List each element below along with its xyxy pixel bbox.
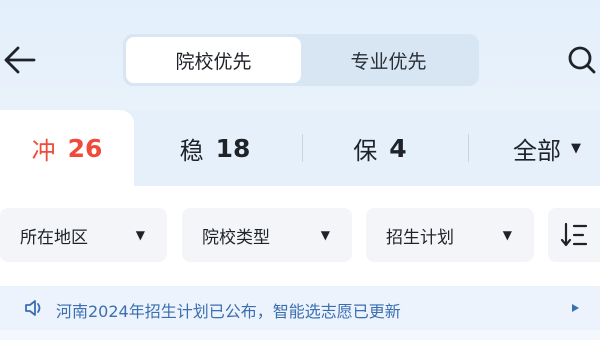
dropdown-triangle-icon: ▼ <box>502 228 512 242</box>
tab-rush-count: 26 <box>67 133 103 163</box>
filter-enrollment-plan[interactable]: 招生计划 ▼ <box>366 208 534 262</box>
category-tabs: 冲 26 稳 18 保 4 全部 ▼ <box>0 110 600 186</box>
filter-school-type-label: 院校类型 <box>202 227 270 248</box>
dropdown-triangle-icon: ▼ <box>135 228 145 242</box>
filter-enrollment-plan-label: 招生计划 <box>386 227 454 248</box>
segment-major-first[interactable]: 专业优先 <box>301 37 476 83</box>
filter-region[interactable]: 所在地区 ▼ <box>0 208 167 262</box>
notice-text: 河南2024年招生计划已公布，智能选志愿已更新 <box>56 302 401 321</box>
caret-down-icon: ▼ <box>571 140 581 156</box>
sort-button[interactable] <box>548 208 600 262</box>
notice-bar[interactable]: 河南2024年招生计划已公布，智能选志愿已更新 <box>0 286 600 330</box>
tab-divider <box>468 134 469 162</box>
tab-all-label: 全部 <box>513 136 561 165</box>
tab-rush-label: 冲 <box>31 136 56 165</box>
priority-segmented-control: 院校优先 专业优先 <box>123 34 479 86</box>
tab-stable-label: 稳 <box>179 136 204 165</box>
tab-all[interactable]: 全部 ▼ <box>495 110 600 186</box>
play-triangle-icon <box>572 304 579 312</box>
dropdown-triangle-icon: ▼ <box>320 228 330 242</box>
sort-icon <box>560 222 588 247</box>
segment-school-first[interactable]: 院校优先 <box>126 37 301 83</box>
filter-school-type[interactable]: 院校类型 ▼ <box>182 208 352 262</box>
tab-rush[interactable]: 冲 26 <box>0 110 134 186</box>
tab-divider <box>302 134 303 162</box>
filter-region-label: 所在地区 <box>20 227 88 248</box>
tab-safe-count: 4 <box>389 133 407 163</box>
search-icon[interactable] <box>566 44 598 76</box>
tab-safe[interactable]: 保 4 <box>330 110 430 186</box>
speaker-icon <box>25 300 41 316</box>
tab-stable-count: 18 <box>215 133 251 163</box>
filter-bar: 所在地区 ▼ 院校类型 ▼ 招生计划 ▼ <box>0 186 600 286</box>
back-arrow-icon[interactable] <box>2 42 38 78</box>
tab-stable[interactable]: 稳 18 <box>155 110 275 186</box>
tab-safe-label: 保 <box>353 136 378 165</box>
